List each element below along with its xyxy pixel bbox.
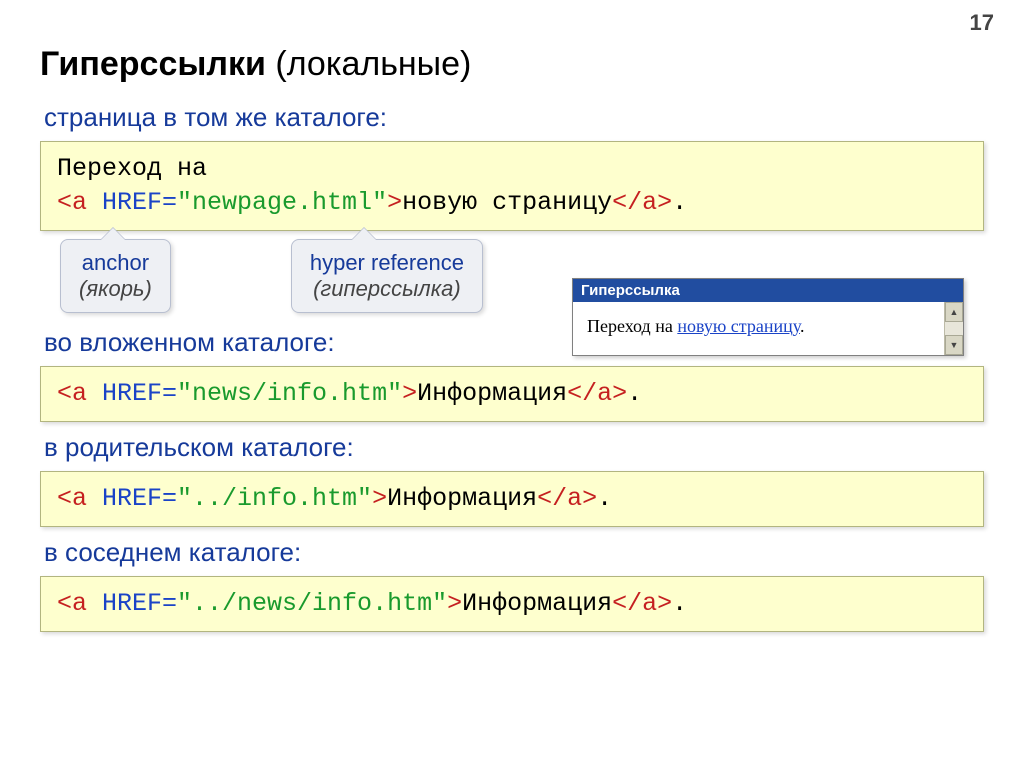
code1-line1: Переход на xyxy=(57,152,967,186)
scroll-up-icon[interactable]: ▲ xyxy=(945,302,963,322)
browser-content: Переход на новую страницу. xyxy=(573,302,944,355)
code-example-4: <a HREF="../news/info.htm">Информация</a… xyxy=(40,576,984,632)
code3-href-attr: HREF= xyxy=(87,484,177,513)
code4-tag-close: </a> xyxy=(612,589,672,618)
code2-dot: . xyxy=(627,379,642,408)
code2-href-attr: HREF= xyxy=(87,379,177,408)
callout-anchor-sub: (якорь) xyxy=(79,276,152,302)
code1-close: > xyxy=(387,188,402,217)
code1-href-attr: HREF= xyxy=(87,188,177,217)
code1-text: новую страницу xyxy=(402,188,612,217)
code1-tag-open: <a xyxy=(57,188,87,217)
title-rest: (локальные) xyxy=(266,45,471,83)
code1-tag-close: </a> xyxy=(612,188,672,217)
scroll-down-icon[interactable]: ▼ xyxy=(945,335,963,355)
browser-text-prefix: Переход на xyxy=(587,316,677,336)
code4-dot: . xyxy=(672,589,687,618)
callout-href: hyper reference (гиперссылка) xyxy=(291,239,483,314)
heading-siblingdir: в соседнем каталоге: xyxy=(44,537,984,568)
page-number: 17 xyxy=(970,10,994,36)
code4-href-val: "../news/info.htm" xyxy=(177,589,447,618)
callout-href-sub: (гиперссылка) xyxy=(310,276,464,302)
code4-tag-open: <a xyxy=(57,589,87,618)
scrollbar[interactable]: ▲ ▼ xyxy=(944,302,963,355)
heading-same-dir: страница в том же каталоге: xyxy=(44,102,984,133)
code1-href-val: "newpage.html" xyxy=(177,188,387,217)
code3-text: Информация xyxy=(387,484,537,513)
code2-tag-close: </a> xyxy=(567,379,627,408)
code-example-1: Переход на <a HREF="newpage.html">новую … xyxy=(40,141,984,231)
slide-title: Гиперссылки (локальные) xyxy=(40,45,984,84)
code-example-2: <a HREF="news/info.htm">Информация</a>. xyxy=(40,366,984,422)
callout-anchor: anchor (якорь) xyxy=(60,239,171,314)
code3-href-val: "../info.htm" xyxy=(177,484,372,513)
title-bold: Гиперссылки xyxy=(40,45,266,83)
heading-parentdir: в родительском каталоге: xyxy=(44,432,984,463)
code-example-3: <a HREF="../info.htm">Информация</a>. xyxy=(40,471,984,527)
code4-href-attr: HREF= xyxy=(87,589,177,618)
code2-close: > xyxy=(402,379,417,408)
code2-tag-open: <a xyxy=(57,379,87,408)
callout-anchor-main: anchor xyxy=(79,250,152,276)
browser-text-suffix: . xyxy=(800,316,805,336)
code2-text: Информация xyxy=(417,379,567,408)
browser-titlebar: Гиперссылка xyxy=(573,279,963,302)
browser-preview: Гиперссылка Переход на новую страницу. ▲… xyxy=(572,278,964,356)
code3-close: > xyxy=(372,484,387,513)
code2-href-val: "news/info.htm" xyxy=(177,379,402,408)
code3-tag-close: </a> xyxy=(537,484,597,513)
code3-tag-open: <a xyxy=(57,484,87,513)
code3-dot: . xyxy=(597,484,612,513)
code4-text: Информация xyxy=(462,589,612,618)
code1-dot: . xyxy=(672,188,687,217)
browser-link[interactable]: новую страницу xyxy=(677,316,800,336)
callout-href-main: hyper reference xyxy=(310,250,464,276)
code4-close: > xyxy=(447,589,462,618)
